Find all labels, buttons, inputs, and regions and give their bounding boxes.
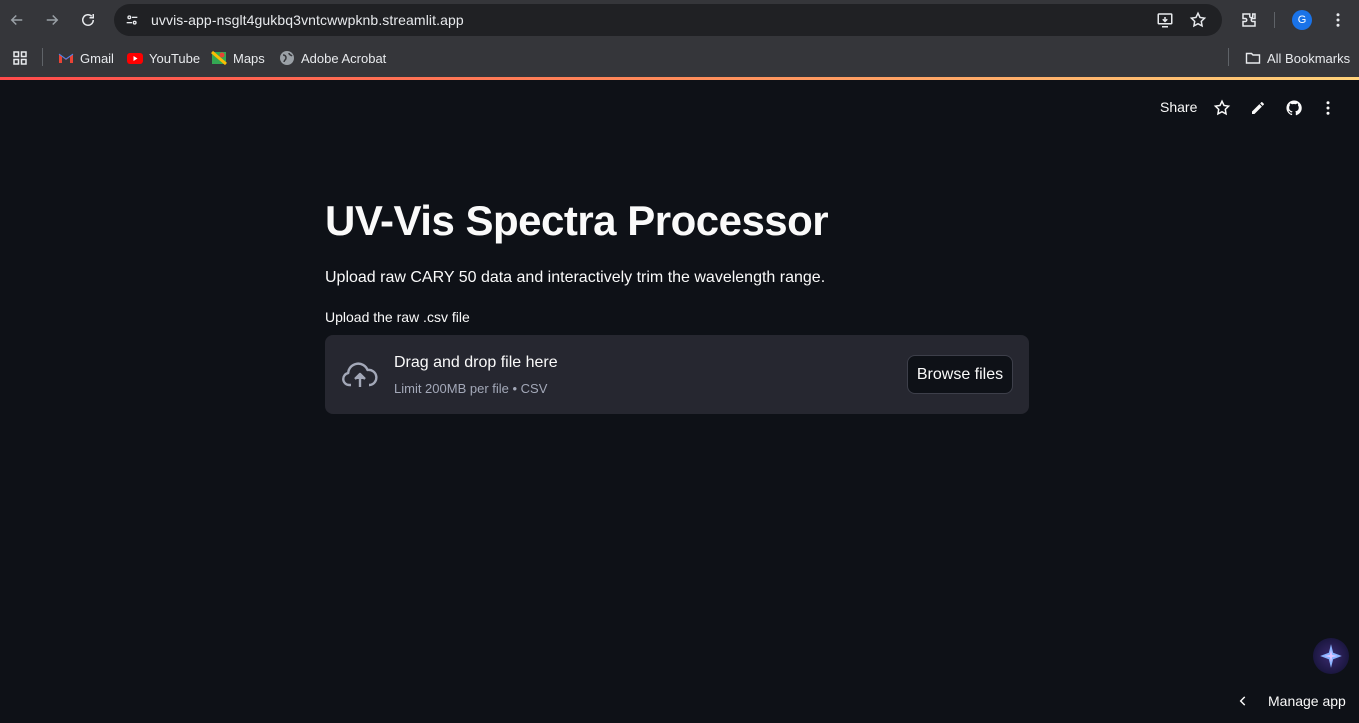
- toolbar: uvvis-app-nsglt4gukbq3vntcwwpknb.streaml…: [0, 0, 1359, 40]
- bookmark-youtube[interactable]: YouTube: [127, 48, 200, 68]
- apps-grid-icon[interactable]: [11, 48, 29, 68]
- file-dropzone[interactable]: Drag and drop file here Limit 200MB per …: [325, 335, 1029, 414]
- all-bookmarks-label: All Bookmarks: [1267, 50, 1351, 66]
- youtube-icon: [127, 50, 143, 66]
- browse-files-button[interactable]: Browse files: [907, 355, 1013, 394]
- bookmark-label: Maps: [233, 50, 265, 66]
- bookmark-maps[interactable]: Maps: [211, 48, 265, 68]
- install-app-icon[interactable]: [1155, 10, 1175, 30]
- back-icon[interactable]: [5, 8, 29, 32]
- page-subtitle: Upload raw CARY 50 data and interactivel…: [325, 269, 826, 286]
- manage-app-button[interactable]: Manage app: [1236, 691, 1346, 711]
- address-bar[interactable]: uvvis-app-nsglt4gukbq3vntcwwpknb.streaml…: [114, 4, 1222, 36]
- bookmarks-divider: [1228, 48, 1229, 66]
- app-header: Share: [0, 80, 1359, 136]
- browser-chrome: uvvis-app-nsglt4gukbq3vntcwwpknb.streaml…: [0, 0, 1359, 78]
- extensions-icon[interactable]: [1238, 9, 1260, 31]
- file-uploader-label: Upload the raw .csv file: [325, 309, 470, 325]
- folder-icon: [1245, 50, 1261, 66]
- github-icon[interactable]: [1284, 98, 1304, 118]
- reload-icon[interactable]: [76, 8, 100, 32]
- profile-avatar[interactable]: G: [1292, 10, 1312, 30]
- page-title: UV-Vis Spectra Processor: [325, 197, 829, 244]
- forward-icon[interactable]: [40, 8, 64, 32]
- bookmark-adobe-acrobat[interactable]: Adobe Acrobat: [279, 48, 386, 68]
- bookmark-label: YouTube: [149, 50, 201, 66]
- url-text[interactable]: uvvis-app-nsglt4gukbq3vntcwwpknb.streaml…: [151, 12, 464, 28]
- share-button[interactable]: Share: [1160, 99, 1197, 115]
- bookmark-star-icon[interactable]: [1188, 10, 1208, 30]
- edit-pencil-icon[interactable]: [1248, 98, 1268, 118]
- main-content: UV-Vis Spectra Processor Upload raw CARY…: [325, 180, 1029, 414]
- bookmark-label: Gmail: [80, 50, 114, 66]
- bookmark-gmail[interactable]: Gmail: [58, 48, 114, 68]
- all-bookmarks[interactable]: All Bookmarks: [1245, 48, 1350, 68]
- site-settings-icon[interactable]: [122, 10, 142, 30]
- cloud-upload-icon: [341, 359, 379, 391]
- app-menu-icon[interactable]: [1318, 98, 1338, 118]
- dropzone-title: Drag and drop file here: [394, 354, 558, 371]
- chevron-left-icon: [1239, 696, 1246, 706]
- bookmarks-bar: Gmail YouTube Maps Adobe Acrobat All Boo…: [0, 40, 1359, 76]
- sparkle-assistant-icon[interactable]: [1313, 638, 1349, 674]
- globe-icon: [279, 50, 295, 66]
- toolbar-divider: [1274, 12, 1275, 28]
- bookmark-label: Adobe Acrobat: [301, 50, 387, 66]
- bookmarks-divider: [42, 48, 43, 66]
- browser-menu-icon[interactable]: [1328, 10, 1348, 30]
- star-icon[interactable]: [1212, 98, 1232, 118]
- dropzone-hint: Limit 200MB per file • CSV: [394, 381, 548, 396]
- maps-icon: [211, 50, 227, 66]
- manage-app-label: Manage app: [1268, 693, 1346, 709]
- gmail-icon: [58, 50, 74, 66]
